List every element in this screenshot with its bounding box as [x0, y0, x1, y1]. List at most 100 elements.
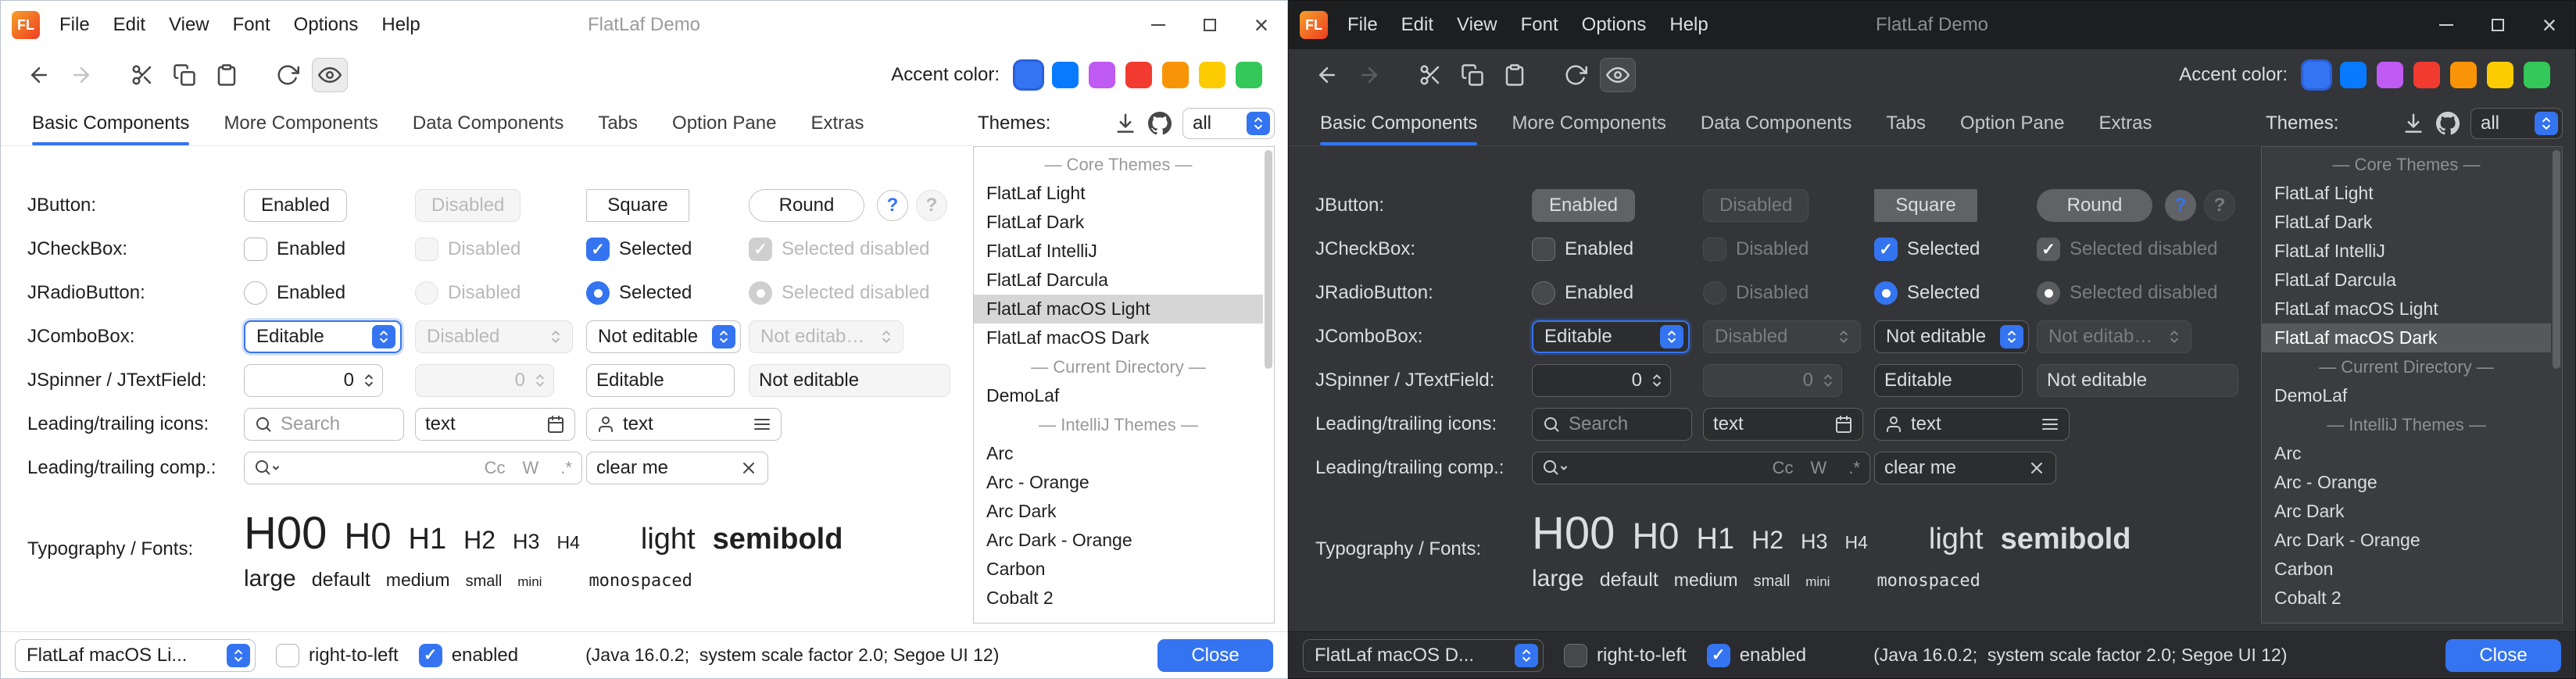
refresh-button[interactable] — [270, 58, 306, 92]
enabled-button[interactable]: Enabled — [1532, 189, 1635, 222]
checkbox-selected[interactable]: Selected — [1874, 238, 1980, 261]
maximize-button[interactable] — [2472, 1, 2524, 49]
tab[interactable]: Data Components — [1701, 101, 1852, 145]
tab[interactable]: Tabs — [1886, 101, 1926, 145]
radio-selected[interactable]: Selected — [1874, 281, 1980, 305]
help-button[interactable]: ? — [2165, 190, 2196, 221]
user-field[interactable]: text — [1874, 408, 2070, 441]
theme-list-item[interactable]: FlatLaf IntelliJ — [2262, 237, 2551, 266]
copy-button[interactable] — [1454, 58, 1490, 92]
accent-color-swatch[interactable] — [2377, 62, 2403, 88]
paste-button[interactable] — [1497, 58, 1533, 92]
accent-color-swatch[interactable] — [1052, 62, 1079, 88]
combo-arrow-icon[interactable] — [1660, 325, 1683, 348]
download-theme-button[interactable] — [2402, 112, 2425, 135]
tab[interactable]: Option Pane — [1960, 101, 2064, 145]
scrollbar-thumb[interactable] — [2553, 150, 2560, 369]
menu-item[interactable]: Font — [221, 1, 282, 49]
whole-words-toggle[interactable]: W — [1811, 458, 1827, 478]
theme-list-item[interactable]: Arc — [2262, 439, 2551, 468]
theme-list-item[interactable]: FlatLaf Light — [2262, 179, 2551, 208]
theme-list-item[interactable]: DemoLaf — [2262, 381, 2551, 410]
theme-list-item[interactable]: Arc — [974, 439, 1263, 468]
not-editable-combobox[interactable]: Not editable — [1874, 320, 2029, 353]
close-window-button[interactable]: × — [1236, 1, 1287, 49]
scrollbar-thumb[interactable] — [1265, 150, 1272, 369]
paste-button[interactable] — [209, 58, 245, 92]
accent-color-swatch[interactable] — [1015, 62, 1042, 88]
right-to-left-checkbox[interactable]: right-to-left — [276, 644, 399, 667]
theme-list-item[interactable]: FlatLaf IntelliJ — [974, 237, 1263, 266]
checkbox-enabled[interactable]: Enabled — [244, 238, 345, 261]
menu-item[interactable]: Options — [1570, 1, 1658, 49]
menu-item[interactable]: View — [157, 1, 221, 49]
show-toggle-button[interactable] — [1600, 58, 1636, 92]
theme-list-item[interactable]: FlatLaf Light — [974, 179, 1263, 208]
github-button[interactable] — [2436, 112, 2460, 135]
enabled-button[interactable]: Enabled — [244, 189, 347, 222]
menu-item[interactable]: Edit — [1390, 1, 1445, 49]
show-toggle-button[interactable] — [312, 58, 348, 92]
menu-item[interactable]: View — [1445, 1, 1509, 49]
editable-textfield[interactable]: Editable — [586, 364, 735, 397]
theme-list-item[interactable]: FlatLaf macOS Light — [2262, 295, 2551, 323]
combo-arrow-icon[interactable] — [1515, 644, 1538, 667]
radio-enabled[interactable]: Enabled — [1532, 281, 1633, 305]
square-button[interactable]: Square — [1874, 189, 1977, 222]
theme-list-item[interactable]: FlatLaf macOS Dark — [2262, 323, 2551, 352]
clear-icon[interactable] — [739, 459, 758, 477]
themes-filter-combobox[interactable]: all — [1182, 108, 1275, 139]
enabled-checkbox[interactable]: enabled — [419, 644, 518, 667]
cut-button[interactable] — [1412, 58, 1448, 92]
close-window-button[interactable]: × — [2524, 1, 2575, 49]
clearable-field[interactable]: clear me — [1874, 452, 2056, 484]
themes-scrollbar[interactable] — [2551, 147, 2562, 623]
accent-color-swatch[interactable] — [2524, 62, 2550, 88]
right-to-left-checkbox[interactable]: right-to-left — [1564, 644, 1687, 667]
editable-combobox[interactable]: Editable — [1532, 320, 1690, 353]
square-button[interactable]: Square — [586, 189, 689, 222]
accent-color-swatch[interactable] — [1236, 62, 1262, 88]
accent-color-swatch[interactable] — [2450, 62, 2477, 88]
tab[interactable]: Tabs — [598, 101, 638, 145]
theme-list-item[interactable]: Arc Dark — [2262, 497, 2551, 526]
theme-list-item[interactable]: Arc Dark - Orange — [2262, 526, 2551, 555]
cut-button[interactable] — [124, 58, 160, 92]
radio-selected[interactable]: Selected — [586, 281, 692, 305]
theme-list-item[interactable]: Arc - Orange — [974, 468, 1263, 497]
radio-enabled[interactable]: Enabled — [244, 281, 345, 305]
calendar-icon[interactable] — [546, 415, 565, 434]
theme-list-item[interactable]: Arc Dark — [974, 497, 1263, 526]
accent-color-swatch[interactable] — [1089, 62, 1115, 88]
editable-combobox[interactable]: Editable — [244, 320, 402, 353]
tab[interactable]: Extras — [810, 101, 864, 145]
clear-icon[interactable] — [2027, 459, 2046, 477]
round-button[interactable]: Round — [749, 189, 864, 222]
themes-scrollbar[interactable] — [1263, 147, 1274, 623]
tab[interactable]: More Components — [224, 101, 377, 145]
whole-words-toggle[interactable]: W — [523, 458, 539, 478]
minimize-button[interactable] — [1132, 1, 1184, 49]
search-menu-icon[interactable] — [254, 459, 281, 477]
theme-list-item[interactable]: Carbon — [974, 555, 1263, 584]
download-theme-button[interactable] — [1114, 112, 1137, 135]
search-menu-icon[interactable] — [1542, 459, 1569, 477]
match-case-toggle[interactable]: Cc — [485, 458, 506, 478]
combo-arrow-icon[interactable] — [2535, 112, 2558, 135]
theme-list-item[interactable]: FlatLaf Darcula — [974, 266, 1263, 295]
maximize-button[interactable] — [1184, 1, 1236, 49]
theme-list-item[interactable]: FlatLaf macOS Dark — [974, 323, 1263, 352]
themes-filter-combobox[interactable]: all — [2470, 108, 2563, 139]
tab[interactable]: Option Pane — [672, 101, 776, 145]
menu-item[interactable]: Help — [370, 1, 431, 49]
help-button[interactable]: ? — [877, 190, 908, 221]
theme-list-item[interactable]: Cobalt 2 — [2262, 584, 2551, 613]
menu-icon[interactable] — [2041, 415, 2059, 434]
tab[interactable]: Extras — [2098, 101, 2152, 145]
enabled-checkbox[interactable]: enabled — [1707, 644, 1806, 667]
menu-item[interactable]: File — [1336, 1, 1390, 49]
spinner[interactable]: 0 — [244, 364, 383, 397]
search-with-options-field[interactable]: Cc W .* — [1532, 452, 1870, 484]
checkbox-enabled[interactable]: Enabled — [1532, 238, 1633, 261]
combo-arrow-icon[interactable] — [227, 644, 250, 667]
